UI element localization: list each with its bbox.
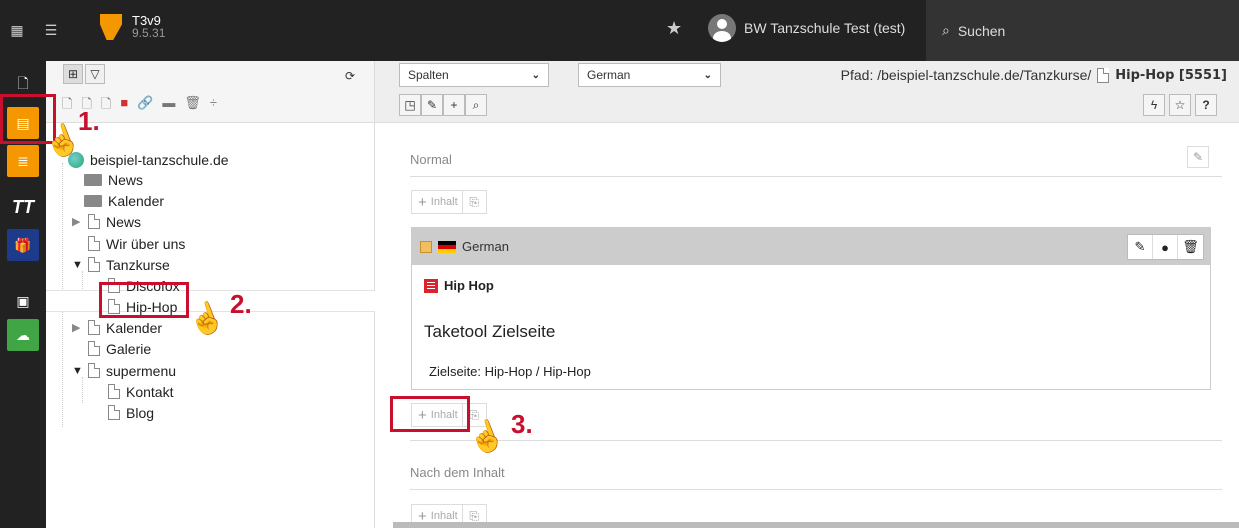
step-2-label: 2.	[230, 289, 252, 319]
help-icon[interactable]: ?	[1195, 94, 1217, 116]
page-icon	[88, 257, 100, 272]
collapse-arrow-icon[interactable]: ▼	[72, 365, 83, 377]
tree-item-tanzkurse[interactable]: ▼ Tanzkurse	[72, 254, 170, 275]
edit-page-icon[interactable]: ✎	[421, 94, 443, 116]
typo3-logo-icon	[100, 14, 122, 40]
content-title: Taketool Zielseite	[424, 322, 556, 341]
refresh-icon[interactable]: ⟳	[340, 66, 360, 86]
module-menu-toggle-icon[interactable]: ☰	[34, 0, 68, 61]
tree-item-news[interactable]: ▶ News	[72, 211, 141, 232]
page-icon	[88, 341, 100, 356]
mountpoint-page-icon[interactable]: ■	[120, 95, 128, 117]
page-icon	[88, 214, 100, 229]
tree-item-kontakt[interactable]: Kontakt	[108, 381, 173, 402]
cloud-module-icon[interactable]: ☁	[7, 319, 39, 351]
content-element-card: German ✎ ● 🗑 Hip Hop Taketool Zielseite …	[411, 227, 1211, 390]
page-icon	[108, 405, 120, 420]
tree-item-kalender[interactable]: ▶ Kalender	[72, 317, 162, 338]
typo3-logo[interactable]: T3v9 9.5.31	[100, 14, 165, 40]
page-icon	[108, 384, 120, 399]
bookmark-star-icon[interactable]: ☆	[1169, 94, 1191, 116]
tree-item-wir-ueber-uns[interactable]: Wir über uns	[88, 233, 185, 254]
page-title: Hip-Hop [5551]	[1115, 67, 1227, 83]
column-after-heading: Nach dem Inhalt	[410, 465, 505, 480]
view-mode-select[interactable]: Spalten ⌄	[399, 63, 549, 87]
page-icon	[88, 236, 100, 251]
horizontal-scrollbar[interactable]	[393, 522, 1239, 528]
plus-icon: +	[418, 193, 427, 211]
content-target: Zielseite: Hip-Hop / Hip-Hop	[429, 364, 591, 379]
search-icon: ⌕	[942, 22, 950, 38]
step-1-label: 1.	[78, 106, 100, 136]
paste-icon[interactable]: ⎘	[461, 191, 486, 213]
view-page-icon[interactable]: ◳	[399, 94, 421, 116]
language-select[interactable]: German ⌄	[578, 63, 721, 87]
link-page-icon[interactable]: 🔗	[137, 95, 153, 117]
tree-item-supermenu[interactable]: ▼ supermenu	[72, 360, 176, 381]
page-icon	[88, 363, 100, 378]
avatar	[708, 14, 736, 42]
tree-item-kalender-folder[interactable]: Kalender	[84, 190, 164, 211]
list-icon	[424, 278, 438, 293]
page-icon	[88, 320, 100, 335]
new-record-icon[interactable]: +	[443, 94, 465, 116]
tree-item-blog[interactable]: Blog	[108, 402, 154, 423]
content-type: Hip Hop	[424, 278, 494, 293]
tree-root[interactable]: beispiel-tanzschule.de	[68, 149, 229, 170]
content-element-header: German ✎ ● 🗑	[412, 228, 1210, 265]
page-content: Normal ✎ + Inhalt ⎘ German ✎ ● 🗑 Hip Hop…	[375, 123, 1239, 528]
tree-item-news-folder[interactable]: News	[84, 169, 143, 190]
tree-item-galerie[interactable]: Galerie	[88, 338, 151, 359]
shortcut-page-icon[interactable]: 🗋	[101, 95, 111, 117]
chevron-down-icon: ⌄	[703, 69, 712, 81]
edit-pencil-icon[interactable]: ✎	[1128, 235, 1153, 259]
filter-icon[interactable]: ▽	[85, 64, 105, 84]
user-menu[interactable]: BW Tanzschule Test (test)	[708, 14, 905, 42]
page-type-icon[interactable]: 🗋	[62, 95, 72, 117]
edit-column-icon[interactable]: ✎	[1187, 146, 1209, 168]
german-flag-icon	[438, 240, 456, 253]
content-element-actions: ✎ ● 🗑	[1127, 234, 1204, 260]
gift-module-icon[interactable]: 🎁	[7, 229, 39, 261]
taketool-module-icon[interactable]: TT	[7, 191, 39, 223]
list-module-icon[interactable]: ≣	[7, 145, 39, 177]
delete-trash-icon[interactable]: 🗑	[1178, 235, 1203, 259]
page-icon	[1097, 67, 1110, 83]
column-normal-heading: Normal	[410, 152, 452, 167]
divider-icon[interactable]: ÷	[210, 95, 217, 117]
step-3-highlight	[390, 396, 470, 432]
app-version: 9.5.31	[132, 26, 166, 40]
collapse-arrow-icon[interactable]: ▼	[72, 259, 83, 271]
breadcrumb: Pfad: /beispiel-tanzschule.de/Tanzkurse/…	[840, 67, 1227, 83]
search-icon[interactable]: ⌕	[465, 94, 487, 116]
step-2-highlight	[99, 282, 189, 318]
cube-icon	[420, 240, 432, 253]
expand-arrow-icon[interactable]: ▶	[72, 321, 82, 334]
user-name: BW Tanzschule Test (test)	[744, 20, 906, 36]
doc-header: Spalten ⌄ German ⌄ Pfad: /beispiel-tanzs…	[375, 61, 1239, 123]
filelist-module-icon[interactable]: ▣	[7, 285, 39, 317]
search-button[interactable]: ⌕ Suchen	[926, 0, 1239, 61]
chevron-down-icon: ⌄	[531, 69, 540, 81]
folder-page-icon[interactable]: ▬	[162, 95, 175, 117]
clear-cache-icon[interactable]: ϟ	[1143, 94, 1165, 116]
bookmark-star-icon[interactable]: ★	[666, 18, 682, 39]
search-label: Suchen	[957, 22, 1006, 39]
hide-toggle-icon[interactable]: ●	[1153, 235, 1178, 259]
folder-icon	[84, 194, 102, 207]
new-page-icon[interactable]: ⊞	[63, 64, 83, 84]
folder-icon	[84, 173, 102, 186]
new-content-button-top[interactable]: + Inhalt ⎘	[411, 190, 487, 214]
expand-arrow-icon[interactable]: ▶	[72, 215, 82, 228]
app-grid-icon[interactable]: ▦	[0, 0, 34, 61]
recycler-icon[interactable]: 🗑	[184, 95, 201, 117]
top-bar: ▦ ☰ T3v9 9.5.31 ★ BW Tanzschule Test (te…	[0, 0, 1239, 61]
step-3-label: 3.	[511, 409, 533, 439]
